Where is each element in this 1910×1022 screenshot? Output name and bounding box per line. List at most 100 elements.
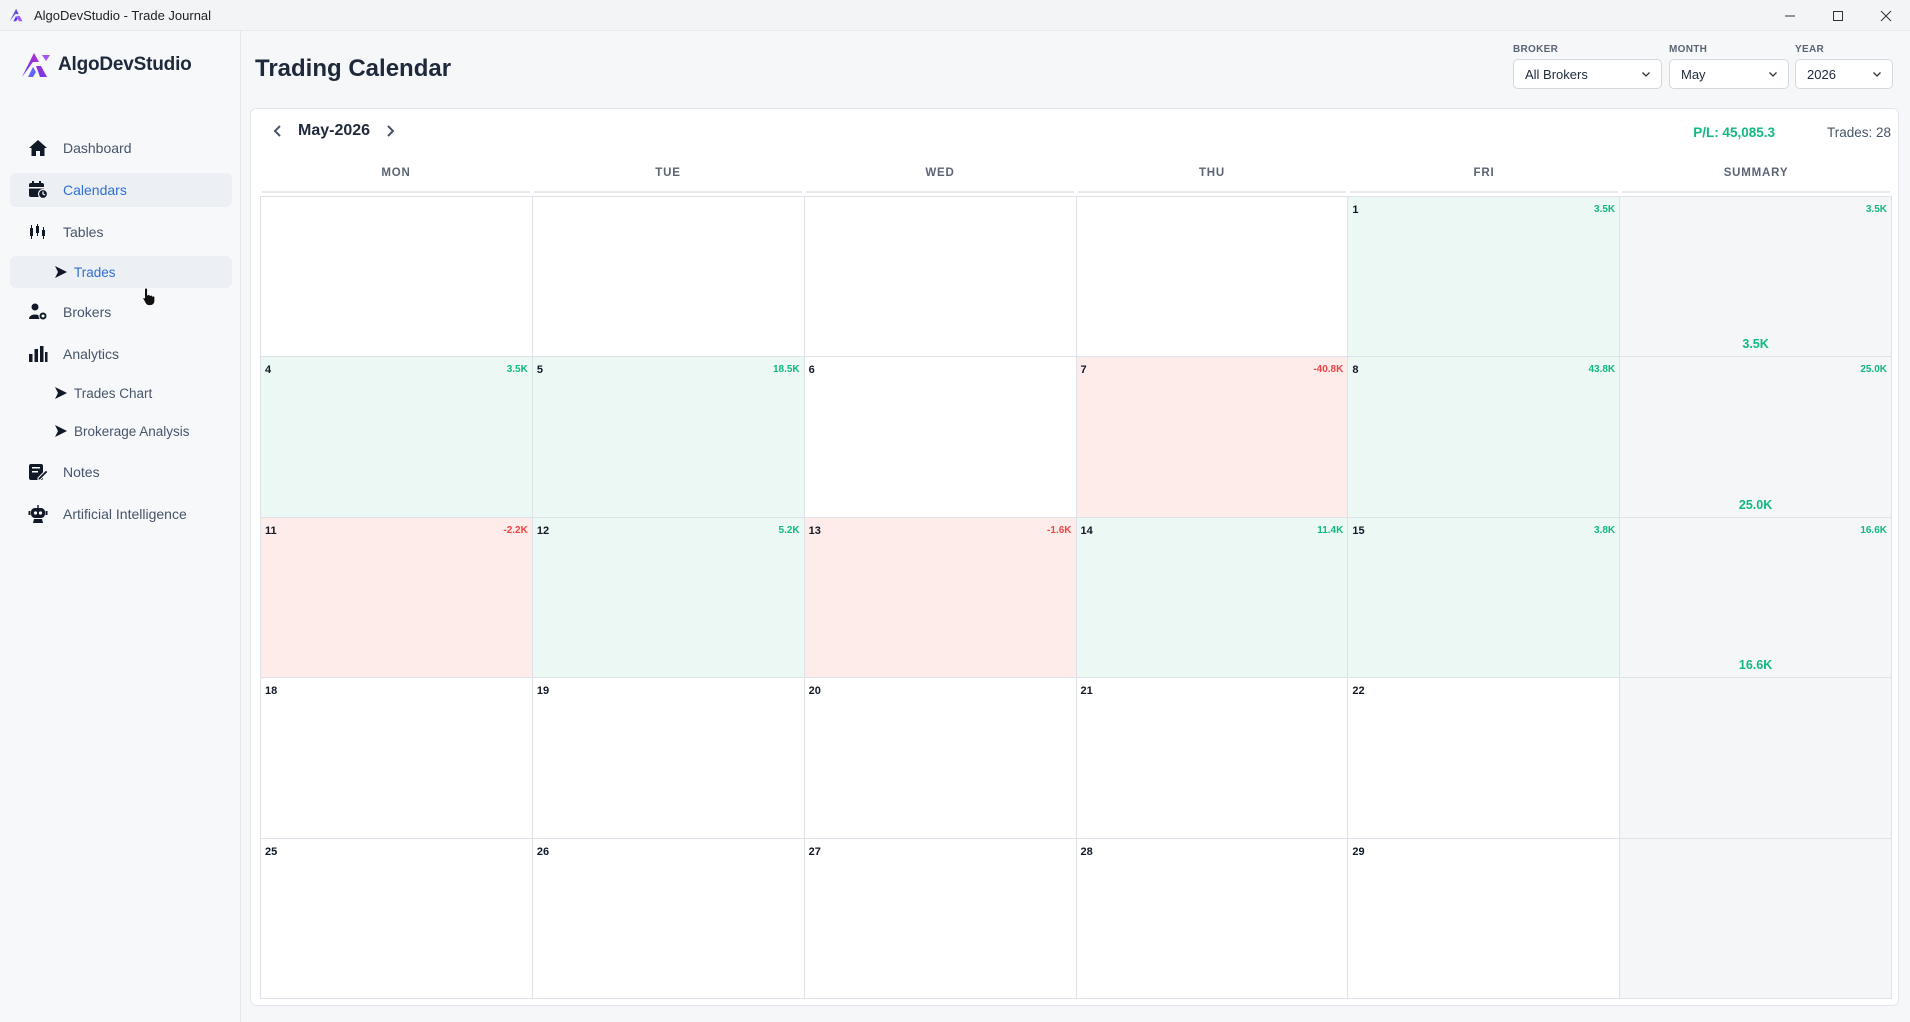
sidebar-item-trades-chart[interactable]: Trades Chart: [10, 377, 232, 409]
week-summary-total: 25.0K: [1738, 497, 1773, 512]
calendar-day-cell[interactable]: 19: [532, 678, 805, 839]
weekday-tue: TUE: [534, 165, 802, 193]
weekday-fri: FRI: [1350, 165, 1618, 193]
calendar-day-cell[interactable]: 28: [1076, 838, 1349, 999]
monthly-trades-count: Trades: 28: [1826, 125, 1891, 140]
chevron-down-icon: [1642, 72, 1650, 77]
month-navigator: May-2026: [268, 121, 400, 141]
sidebar-item-label: Calendars: [63, 182, 127, 198]
play-icon: [55, 425, 67, 437]
calendar-day-cell[interactable]: 7 -40.8K: [1076, 357, 1349, 518]
calendar-day-cell[interactable]: 21: [1076, 678, 1349, 839]
minimize-icon: [1785, 15, 1795, 16]
sidebar-item-analytics[interactable]: Analytics: [10, 337, 232, 371]
month-filter: MONTH May: [1669, 44, 1789, 89]
play-icon: [55, 266, 67, 278]
play-icon: [55, 387, 67, 399]
calendar-day-cell[interactable]: 15 3.8K: [1348, 517, 1621, 679]
year-filter-label: YEAR: [1795, 44, 1824, 55]
brand[interactable]: AlgoDevStudio: [20, 49, 192, 81]
week-summary-cell: [1620, 678, 1892, 839]
maximize-button[interactable]: [1814, 0, 1862, 31]
sidebar-item-brokers[interactable]: Brokers: [10, 295, 232, 329]
calendar-day-cell[interactable]: 4 3.5K: [261, 357, 533, 518]
app-logo-icon: [9, 8, 23, 22]
week-summary-cell: 3.5K 3.5K: [1620, 197, 1892, 358]
week-summary-total: 3.5K: [1742, 337, 1769, 352]
day-pl-value: 3.5K: [1594, 204, 1616, 215]
window-controls: [1766, 0, 1910, 31]
day-number: 25: [265, 845, 278, 858]
calendar-day-cell[interactable]: 27: [804, 838, 1077, 999]
next-month-button[interactable]: [380, 121, 400, 141]
day-pl-value: 3.8K: [1594, 524, 1616, 536]
day-pl-value: -2.2K: [503, 524, 528, 536]
calendar-day-cell[interactable]: 1 3.5K: [1348, 197, 1621, 358]
calendar-day-cell[interactable]: [261, 197, 533, 358]
chevron-down-icon: [1873, 72, 1881, 77]
day-pl-value: 3.5K: [506, 364, 528, 376]
calendar-day-cell[interactable]: 11 -2.2K: [261, 517, 533, 679]
weekday-mon: MON: [262, 165, 530, 193]
calendar-clock-icon: [28, 180, 48, 200]
year-select-value: 2026: [1807, 66, 1836, 82]
prev-month-button[interactable]: [268, 121, 288, 141]
home-icon: [28, 138, 48, 158]
week-summary-value-top: 25.0K: [1860, 364, 1887, 376]
sidebar-item-label: Brokerage Analysis: [74, 423, 190, 439]
calendar-day-cell[interactable]: 14 11.4K: [1076, 517, 1349, 679]
day-pl-value: 18.5K: [772, 364, 800, 376]
day-number: 21: [1080, 685, 1093, 698]
calendar-day-cell[interactable]: 13 -1.6K: [804, 517, 1077, 679]
current-month-label: May-2026: [298, 122, 371, 139]
calendar-grid: 1 3.5K 3.5K 3.5K 4 3.5K 5 18.5K 6 7 -40.8K 8 43.8K 25…: [260, 196, 1892, 999]
window-title: AlgoDevStudio - Trade Journal: [34, 7, 212, 23]
sidebar-item-calendars[interactable]: Calendars: [10, 173, 232, 207]
calendar-day-cell[interactable]: 6: [804, 357, 1077, 518]
maximize-icon: [1833, 10, 1843, 21]
chevron-right-icon: [387, 125, 395, 137]
week-summary-cell: 16.6K 16.6K: [1620, 517, 1892, 679]
sidebar-item-label: Trades: [74, 264, 116, 280]
day-number: 22: [1352, 685, 1365, 698]
minimize-button[interactable]: [1766, 0, 1814, 31]
close-button[interactable]: [1862, 0, 1910, 31]
month-select[interactable]: May: [1669, 59, 1789, 89]
calendar-day-cell[interactable]: [532, 197, 805, 358]
calendar-day-cell[interactable]: 5 18.5K: [532, 357, 805, 518]
calendar-day-cell[interactable]: 20: [804, 678, 1077, 839]
sidebar-item-tables[interactable]: Tables: [10, 215, 232, 249]
sidebar-item-brokerage-analysis[interactable]: Brokerage Analysis: [10, 415, 232, 447]
sidebar-item-artificial-intelligence[interactable]: Artificial Intelligence: [10, 497, 232, 531]
calendar-day-cell[interactable]: [804, 197, 1077, 358]
day-number: 15: [1352, 524, 1365, 537]
day-number: 1: [1352, 204, 1359, 216]
sidebar-item-label: Trades Chart: [74, 385, 153, 401]
chevron-left-icon: [273, 125, 281, 137]
sidebar-item-trades[interactable]: Trades: [10, 256, 232, 288]
note-edit-icon: [28, 462, 48, 482]
year-filter: YEAR 2026: [1795, 44, 1893, 89]
year-select[interactable]: 2026: [1795, 59, 1893, 89]
calendar-day-cell[interactable]: 18: [261, 678, 533, 839]
day-number: 20: [808, 685, 821, 698]
calendar-day-cell[interactable]: 22: [1348, 678, 1621, 839]
monthly-pl: P/L: 45,085.3: [1693, 125, 1775, 140]
calendar-day-cell[interactable]: 8 43.8K: [1348, 357, 1621, 518]
sidebar: AlgoDevStudio Dashboard Calendars Tables…: [0, 31, 241, 1022]
calendar-day-cell[interactable]: 12 5.2K: [532, 517, 805, 679]
day-pl-value: 5.2K: [778, 524, 800, 536]
calendar-day-cell[interactable]: 26: [532, 838, 805, 999]
chevron-down-icon: [1769, 72, 1777, 77]
calendar-day-cell[interactable]: 29: [1348, 838, 1621, 999]
sidebar-item-dashboard[interactable]: Dashboard: [10, 131, 232, 165]
calendar-day-cell[interactable]: 25: [261, 838, 533, 999]
day-pl-value: -1.6K: [1047, 524, 1072, 536]
sidebar-item-notes[interactable]: Notes: [10, 455, 232, 489]
bar-chart-icon: [28, 344, 48, 364]
broker-select[interactable]: All Brokers: [1513, 59, 1662, 89]
calendar-day-cell[interactable]: [1076, 197, 1349, 358]
close-icon: [1880, 10, 1892, 21]
day-pl-value: 43.8K: [1588, 364, 1616, 376]
broker-select-value: All Brokers: [1525, 66, 1588, 82]
